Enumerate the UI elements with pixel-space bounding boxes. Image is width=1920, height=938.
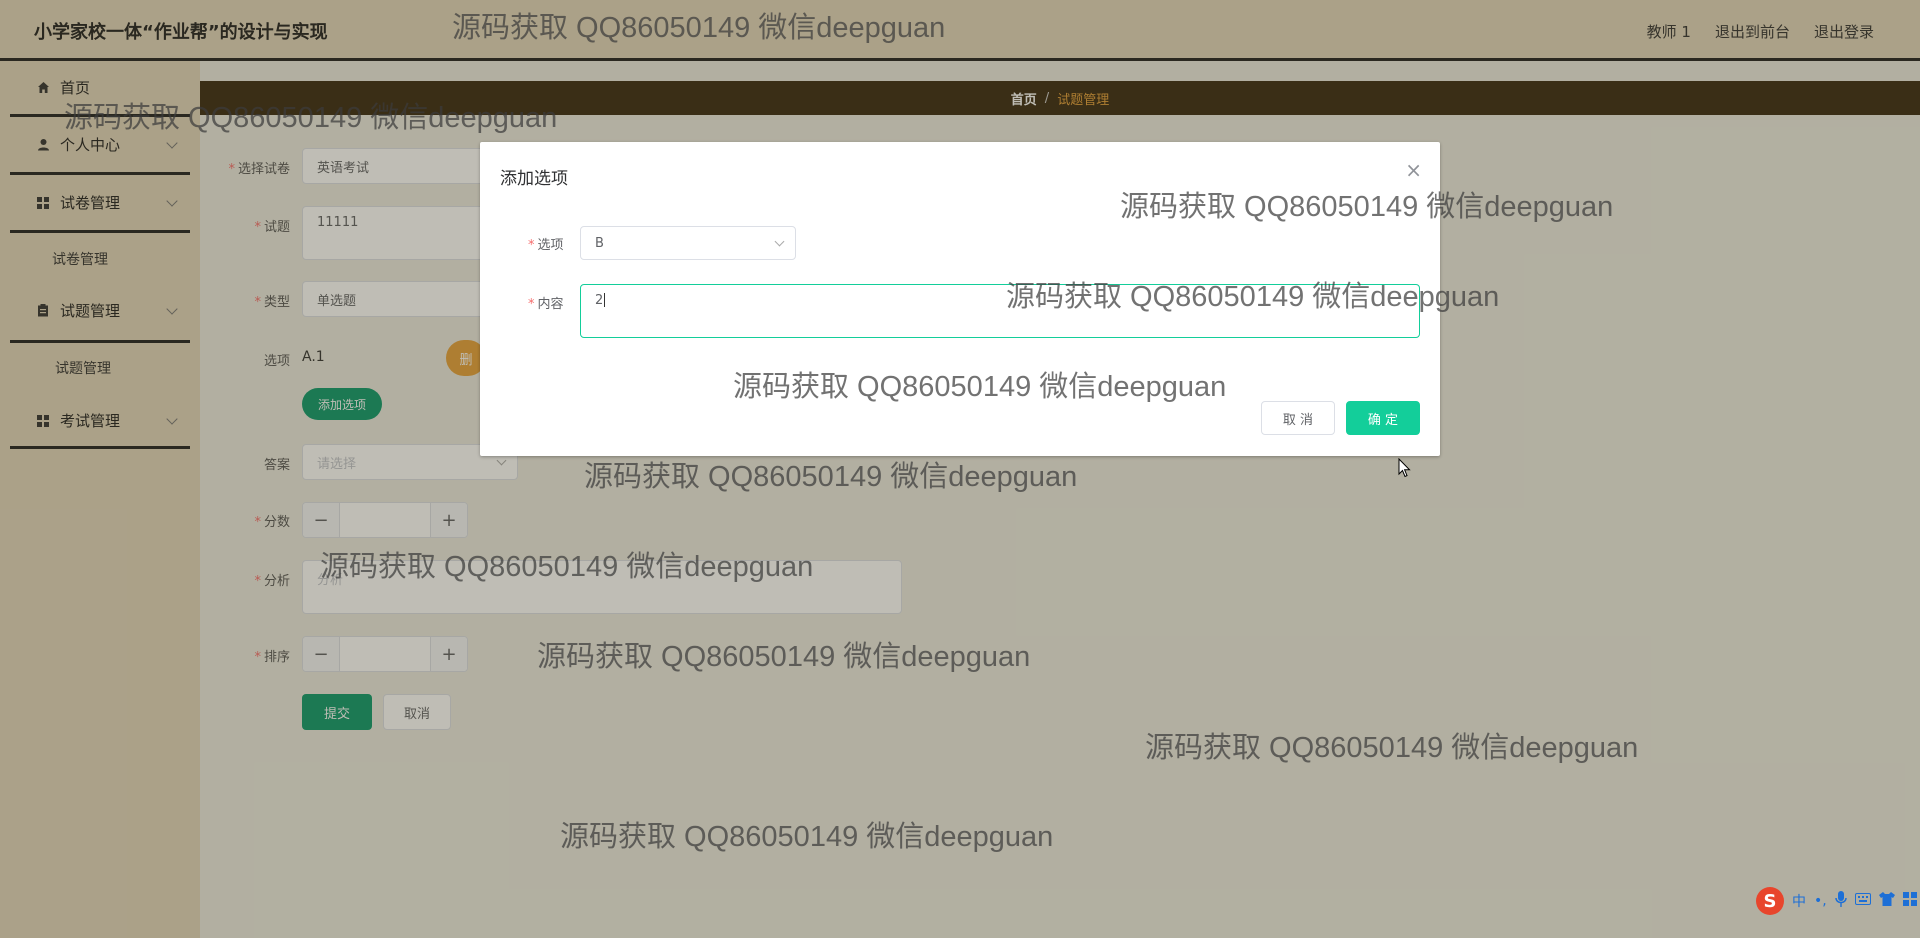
microphone-icon[interactable] — [1834, 891, 1847, 911]
text-caret — [604, 293, 606, 307]
dialog-cancel-button[interactable]: 取 消 — [1261, 401, 1335, 435]
sogou-logo-icon[interactable]: S — [1756, 887, 1784, 915]
ime-language[interactable]: 中 — [1792, 891, 1806, 911]
toolbox-icon[interactable] — [1902, 892, 1917, 910]
close-icon[interactable]: × — [1405, 158, 1422, 182]
ime-toolbar[interactable]: S 中 •, — [1752, 884, 1920, 918]
modal-overlay[interactable] — [0, 0, 1920, 938]
keyboard-icon[interactable] — [1854, 893, 1871, 909]
content-textarea[interactable]: 2 — [580, 284, 1420, 338]
dialog-option-label-text: * 选项 — [528, 238, 564, 253]
dialog-title: 添加选项 — [500, 169, 568, 189]
chevron-down-icon — [774, 236, 785, 247]
skin-icon[interactable] — [1878, 892, 1895, 910]
dialog-confirm-button[interactable]: 确 定 — [1346, 401, 1420, 435]
mouse-cursor-icon — [1398, 457, 1412, 482]
ime-punctuation[interactable]: •, — [1814, 893, 1827, 909]
option-select[interactable]: B — [580, 226, 796, 260]
dialog-content-label: * 内容 — [528, 297, 564, 312]
add-option-dialog: 添加选项 × * 选项 B * 内容 2 取 消 确 定 — [480, 142, 1440, 456]
